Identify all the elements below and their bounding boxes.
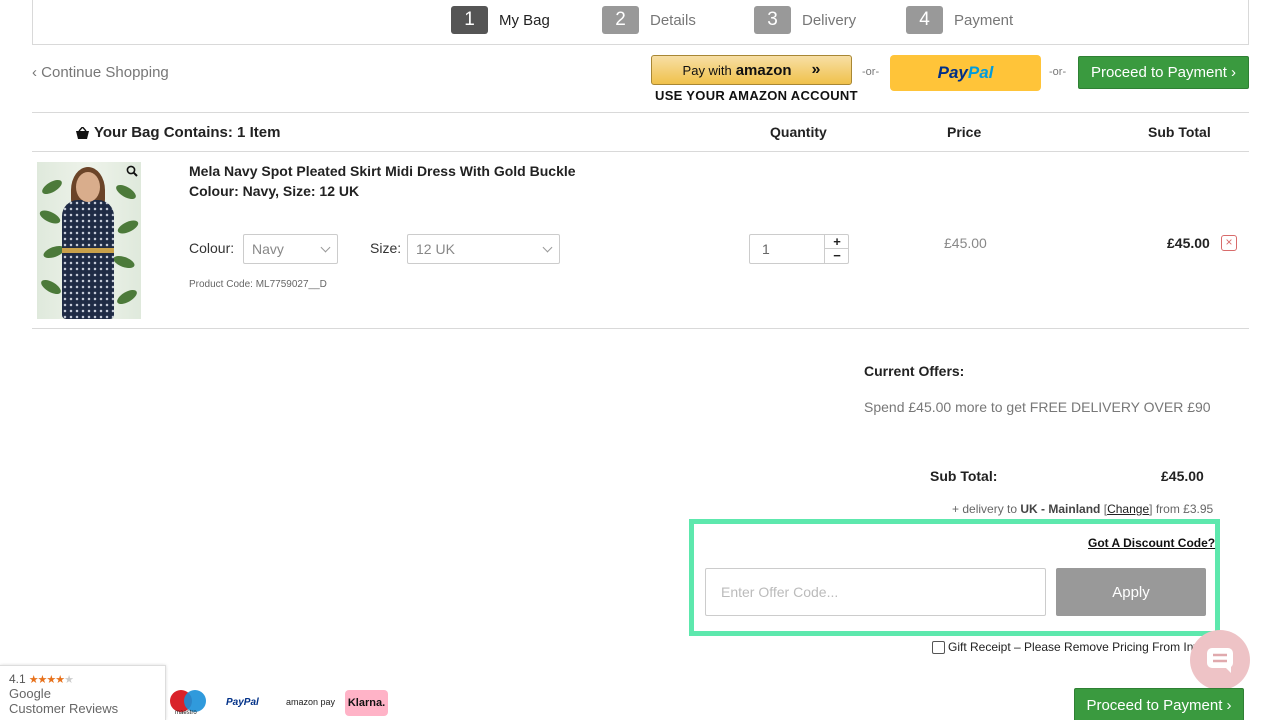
or-separator: -or- bbox=[1049, 66, 1067, 78]
gift-receipt-label: Gift Receipt – Please Remove Pricing Fro… bbox=[948, 640, 1207, 654]
quantity-input[interactable]: 1 bbox=[762, 241, 770, 257]
zoom-icon[interactable] bbox=[126, 165, 138, 177]
unit-price: £45.00 bbox=[944, 235, 987, 251]
chat-button[interactable] bbox=[1190, 630, 1250, 690]
step-details[interactable]: 2 Details bbox=[602, 5, 696, 35]
delivery-region: UK - Mainland bbox=[1020, 502, 1101, 516]
divider bbox=[32, 151, 1249, 152]
size-select-value: 12 UK bbox=[416, 241, 455, 257]
gift-receipt-option: Gift Receipt – Please Remove Pricing Fro… bbox=[932, 640, 1206, 654]
step-number: 4 bbox=[906, 6, 943, 34]
colour-select[interactable]: Navy bbox=[243, 234, 338, 264]
line-total: £45.00 bbox=[1167, 235, 1210, 251]
quantity-stepper: 1 + − bbox=[749, 234, 849, 264]
discount-code-link[interactable]: Got A Discount Code? bbox=[1088, 536, 1215, 550]
size-select[interactable]: 12 UK bbox=[407, 234, 560, 264]
column-subtotal: Sub Total bbox=[1148, 124, 1211, 140]
column-price: Price bbox=[947, 124, 982, 140]
column-quantity: Quantity bbox=[770, 124, 827, 140]
google-reviews-label: Customer Reviews bbox=[9, 701, 119, 716]
chevron-right-icon: » bbox=[811, 61, 821, 78]
amazon-logo-text: amazon bbox=[735, 61, 792, 79]
step-delivery[interactable]: 3 Delivery bbox=[754, 5, 856, 35]
paypal-logo-part1: Pay bbox=[937, 63, 968, 82]
bag-title-text: Your Bag Contains: 1 Item bbox=[94, 124, 281, 141]
chevron-down-icon bbox=[320, 242, 331, 253]
basket-icon bbox=[76, 126, 89, 139]
step-label: Payment bbox=[954, 11, 1014, 29]
star-icon: ★★★★★ bbox=[28, 674, 74, 686]
checkout-steps: 1 My Bag 2 Details 3 Delivery 4 Payment bbox=[32, 0, 1249, 45]
subtotal-label: Sub Total: bbox=[930, 468, 998, 484]
continue-shopping-link[interactable]: ‹ Continue Shopping bbox=[32, 64, 169, 81]
remove-item-button[interactable]: × bbox=[1221, 235, 1237, 251]
amazon-pay-prefix: Pay with bbox=[682, 62, 732, 78]
step-label: My Bag bbox=[499, 11, 550, 29]
offers-text: Spend £45.00 more to get FREE DELIVERY O… bbox=[864, 399, 1211, 415]
maestro-label: maestro bbox=[175, 710, 197, 716]
divider bbox=[32, 112, 1249, 113]
or-separator: -or- bbox=[862, 66, 880, 78]
colour-select-value: Navy bbox=[252, 241, 284, 257]
colour-label: Colour: bbox=[189, 240, 235, 256]
change-delivery-link[interactable]: Change bbox=[1107, 502, 1149, 516]
amazon-caption: USE YOUR AMAZON ACCOUNT bbox=[655, 88, 858, 103]
chat-icon bbox=[1207, 648, 1233, 673]
offers-title: Current Offers: bbox=[864, 363, 965, 379]
step-label: Delivery bbox=[802, 11, 857, 29]
bag-title: Your Bag Contains: 1 Item bbox=[76, 124, 280, 141]
product-name[interactable]: Mela Navy Spot Pleated Skirt Midi Dress … bbox=[189, 163, 576, 179]
size-label: Size: bbox=[370, 240, 402, 256]
step-number: 1 bbox=[451, 6, 488, 34]
step-my-bag[interactable]: 1 My Bag bbox=[451, 5, 550, 35]
step-number: 3 bbox=[754, 6, 791, 34]
proceed-to-payment-button[interactable]: Proceed to Payment › bbox=[1078, 56, 1249, 89]
paypal-logo-icon: PayPal bbox=[226, 697, 259, 708]
step-label: Details bbox=[650, 11, 696, 29]
offer-code-input[interactable] bbox=[705, 568, 1046, 616]
google-rating: 4.1 ★★★★★ bbox=[9, 672, 74, 686]
chevron-down-icon bbox=[542, 242, 553, 253]
google-label: Google bbox=[9, 686, 51, 701]
quantity-minus-button[interactable]: − bbox=[824, 249, 849, 263]
proceed-to-payment-button-bottom[interactable]: Proceed to Payment › bbox=[1074, 688, 1244, 720]
apply-button[interactable]: Apply bbox=[1056, 568, 1206, 616]
paypal-button[interactable]: Pay Pal bbox=[890, 55, 1041, 91]
klarna-logo-icon: Klarna. bbox=[345, 690, 388, 716]
product-code: Product Code: ML7759027__D bbox=[189, 279, 327, 290]
divider bbox=[32, 328, 1249, 329]
product-variant: Colour: Navy, Size: 12 UK bbox=[189, 183, 360, 199]
quantity-plus-button[interactable]: + bbox=[824, 235, 849, 249]
gift-receipt-checkbox[interactable] bbox=[932, 640, 945, 654]
step-payment[interactable]: 4 Payment bbox=[906, 5, 1013, 35]
paypal-logo-part2: Pal bbox=[967, 63, 994, 82]
step-number: 2 bbox=[602, 6, 639, 34]
product-image[interactable] bbox=[37, 162, 141, 319]
amazon-pay-logo-icon: amazon pay bbox=[286, 697, 336, 707]
delivery-info: + delivery to UK - Mainland [Change] fro… bbox=[952, 502, 1214, 516]
subtotal-value: £45.00 bbox=[1161, 468, 1204, 484]
google-reviews-badge[interactable]: 4.1 ★★★★★ Google Customer Reviews bbox=[0, 665, 166, 720]
amazon-pay-button[interactable]: Pay with amazon » bbox=[651, 55, 852, 85]
